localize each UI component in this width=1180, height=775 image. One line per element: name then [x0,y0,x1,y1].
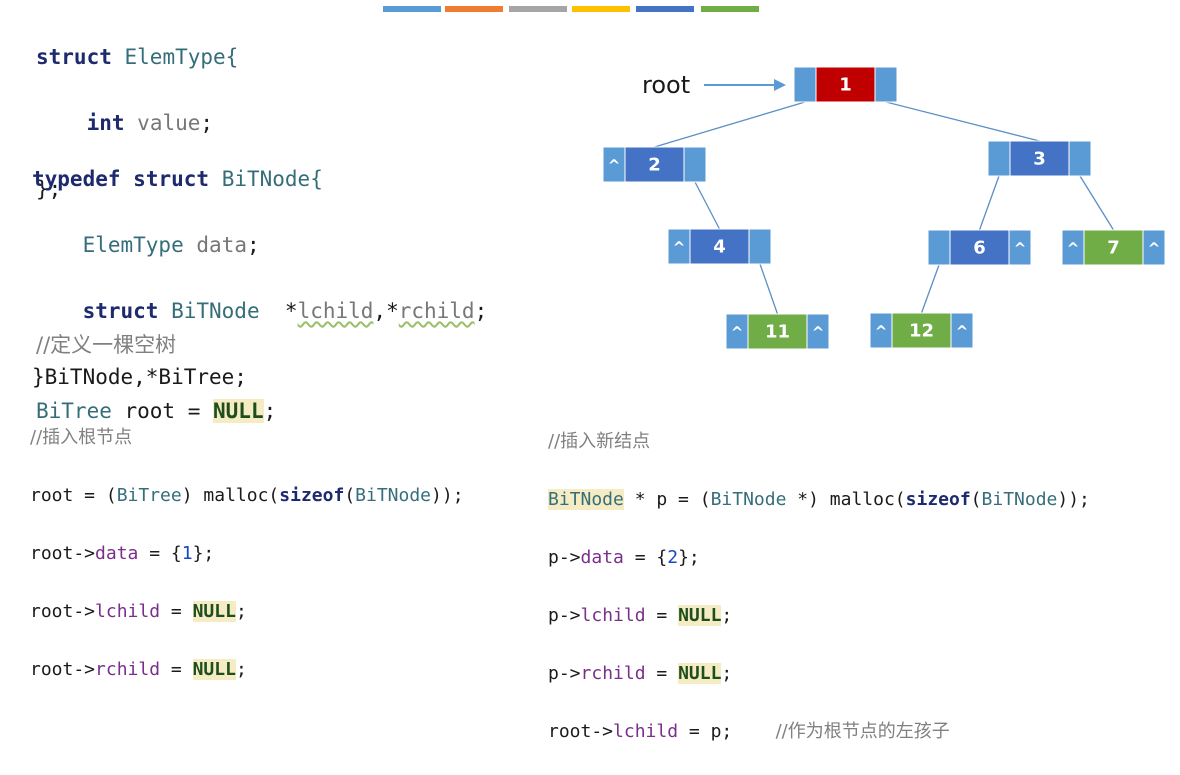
null-mark: ^ [956,323,969,341]
tree-node-11: 11 ^ ^ [725,313,830,350]
node-value: 6 [973,238,986,259]
tree-node-2: 2^ [602,146,707,183]
node-value: 12 [909,321,934,342]
tree-node-12: 12 ^ ^ [869,312,974,349]
tree-node-4: 4^ [667,228,772,265]
lchild-pointer-cell [927,229,951,266]
null-mark: ^ [1067,240,1080,258]
tree-edge [885,101,1040,142]
null-mark: ^ [875,323,888,341]
tree-node-6: 6 ^ [927,229,1032,266]
null-mark: ^ [608,157,621,175]
null-mark: ^ [731,324,744,342]
code-line: root->rchild = NULL; [30,659,247,680]
node-value: 2 [648,155,661,176]
code-line: p->rchild = NULL; [548,663,733,684]
root-arrow-head [774,79,786,91]
tree-node-1: 1 [793,66,898,103]
root-label: root [642,71,690,99]
lchild-pointer-cell [987,140,1011,177]
code-line: root->lchild = NULL; [30,601,247,622]
tree-node-3: 3 [987,140,1092,177]
rchild-pointer-cell [683,146,707,183]
node-value: 7 [1107,238,1120,259]
rchild-pointer-cell [1068,140,1092,177]
null-mark: ^ [673,239,686,257]
node-value: 4 [713,237,726,258]
tree-edge [920,264,940,314]
node-value: 11 [765,322,790,343]
tree-edge [654,101,806,148]
tree-edge [759,263,779,315]
tree-edge [694,181,721,230]
binary-tree-diagram: 12^ 34^ 6 ^ 7^ ^11^ ^ 12^ ^root [602,66,1166,350]
lchild-pointer-cell [793,66,817,103]
rchild-pointer-cell [874,66,898,103]
rchild-pointer-cell [748,228,772,265]
tree-node-7: 7 ^ ^ [1061,229,1166,266]
code-line: p->lchild = NULL; [548,605,733,626]
code-line: root->lchild = p; //作为根节点的左孩子 [548,721,950,742]
null-mark: ^ [1014,240,1027,258]
null-mark: ^ [1148,240,1161,258]
tree-edge [1079,175,1115,231]
node-value: 3 [1033,149,1046,170]
null-mark: ^ [812,324,825,342]
tree-edge [978,175,1000,231]
node-value: 1 [839,75,852,96]
